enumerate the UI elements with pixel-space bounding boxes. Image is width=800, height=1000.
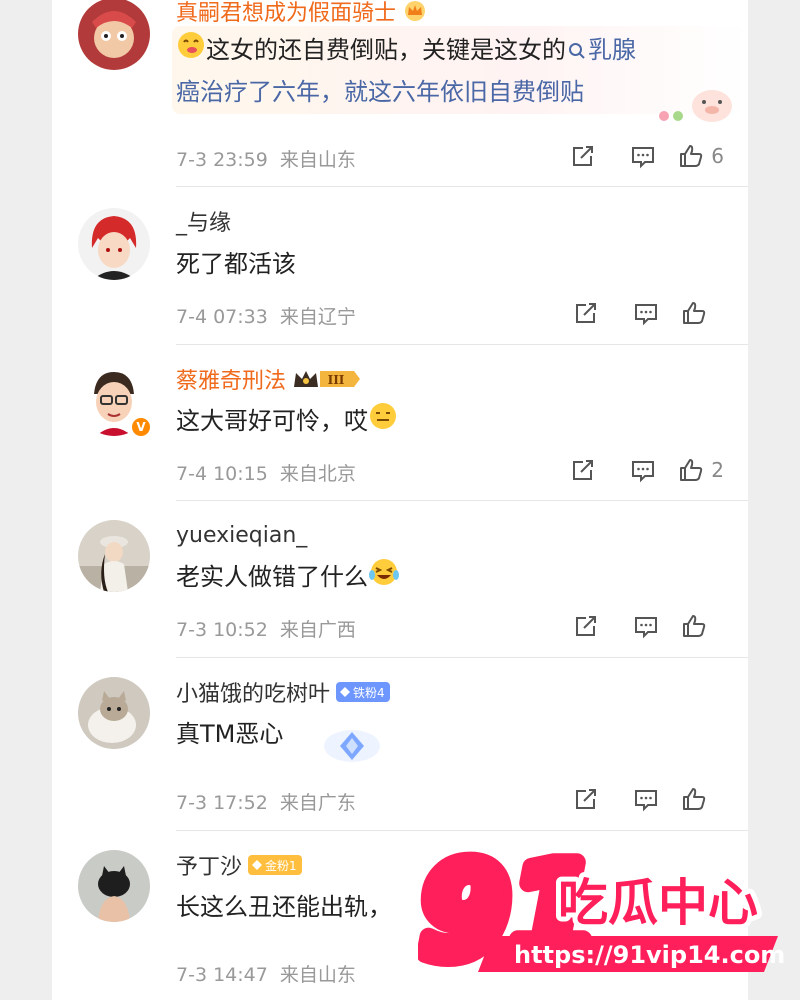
reply-icon[interactable]	[613, 456, 673, 484]
share-icon[interactable]	[556, 612, 616, 640]
reply-icon[interactable]	[616, 299, 676, 327]
reply-icon[interactable]	[613, 142, 673, 170]
v-badge-icon: V	[130, 416, 152, 438]
avatar[interactable]	[78, 677, 150, 749]
comment-text: 这女的还自费倒贴，关键是这女的 乳腺 癌治疗了六年，就这六年依旧自费倒贴	[176, 30, 736, 112]
laughing-emoji-icon	[368, 557, 400, 599]
share-icon[interactable]	[553, 456, 613, 484]
crown-icon	[402, 0, 428, 22]
avatar[interactable]	[78, 208, 150, 280]
like-button[interactable]	[680, 299, 724, 327]
diamond-icon	[252, 860, 263, 870]
comment-meta: 7-3 23:59 来自山东	[176, 149, 356, 171]
avatar[interactable]	[78, 0, 150, 70]
reply-icon[interactable]	[616, 785, 676, 813]
svg-text:III: III	[328, 373, 345, 387]
fan-badge: 金粉1	[248, 855, 302, 875]
comment-meta: 7-3 10:52 来自广西	[176, 619, 356, 641]
thumbs-up-icon	[683, 302, 706, 324]
pig-sticker-icon	[656, 82, 736, 130]
divider	[176, 657, 748, 658]
thumbs-up-icon	[680, 145, 703, 167]
thumbs-up-icon	[683, 615, 706, 637]
reply-icon[interactable]	[616, 612, 676, 640]
username[interactable]: _与缘	[176, 205, 231, 237]
comment-text: 长这么丑还能出轨，	[176, 893, 392, 921]
comment-text: 死了都活该	[176, 250, 296, 278]
username[interactable]: yuexieqian_	[176, 523, 307, 548]
username[interactable]: 蔡雅奇刑法	[176, 363, 286, 395]
fan-badge: 铁粉4	[336, 682, 390, 702]
comment-text: 老实人做错了什么	[176, 557, 400, 599]
share-icon[interactable]	[556, 785, 616, 813]
share-icon[interactable]	[556, 299, 616, 327]
search-icon	[569, 43, 585, 59]
comment-text: 真TM恶心	[176, 720, 284, 748]
username[interactable]: 小猫饿的吃树叶	[176, 676, 330, 708]
avatar[interactable]	[78, 850, 150, 922]
like-count: 6	[711, 144, 724, 168]
username[interactable]: 予丁沙	[176, 849, 242, 881]
crown-icon: III	[292, 367, 362, 391]
username[interactable]: 真嗣君想成为假面骑士	[176, 0, 396, 27]
like-button[interactable]	[680, 785, 724, 813]
diamond-icon	[340, 687, 351, 697]
watermark-title: 吃瓜中心	[558, 874, 758, 932]
divider	[176, 500, 748, 501]
thumbs-up-icon	[683, 788, 706, 810]
like-button[interactable]: 2	[677, 456, 724, 484]
share-icon[interactable]	[553, 142, 613, 170]
comment-meta: 7-3 14:47 来自山东	[176, 964, 356, 986]
divider	[176, 344, 748, 345]
like-button[interactable]	[680, 612, 724, 640]
avatar[interactable]	[78, 520, 150, 592]
comment-meta: 7-4 10:15 来自北京	[176, 463, 356, 485]
comment-meta: 7-4 07:33 来自辽宁	[176, 306, 356, 328]
expressionless-emoji-icon	[368, 401, 398, 443]
watermark: 91 91 吃瓜中心 吃瓜中心 https://91vip14.com	[411, 829, 800, 1000]
divider	[176, 186, 748, 187]
comment-meta: 7-3 17:52 来自广东	[176, 792, 356, 814]
thumbs-up-icon	[680, 459, 703, 481]
search-link[interactable]: 乳腺	[566, 36, 636, 64]
watermark-url: https://91vip14.com	[514, 941, 785, 969]
diamond-sticker-icon	[322, 722, 382, 770]
like-count: 2	[711, 458, 724, 482]
divider	[176, 830, 748, 831]
like-button[interactable]: 6	[677, 142, 724, 170]
yummy-emoji-icon	[176, 30, 206, 72]
comment-text: 这大哥好可怜，哎	[176, 401, 398, 443]
